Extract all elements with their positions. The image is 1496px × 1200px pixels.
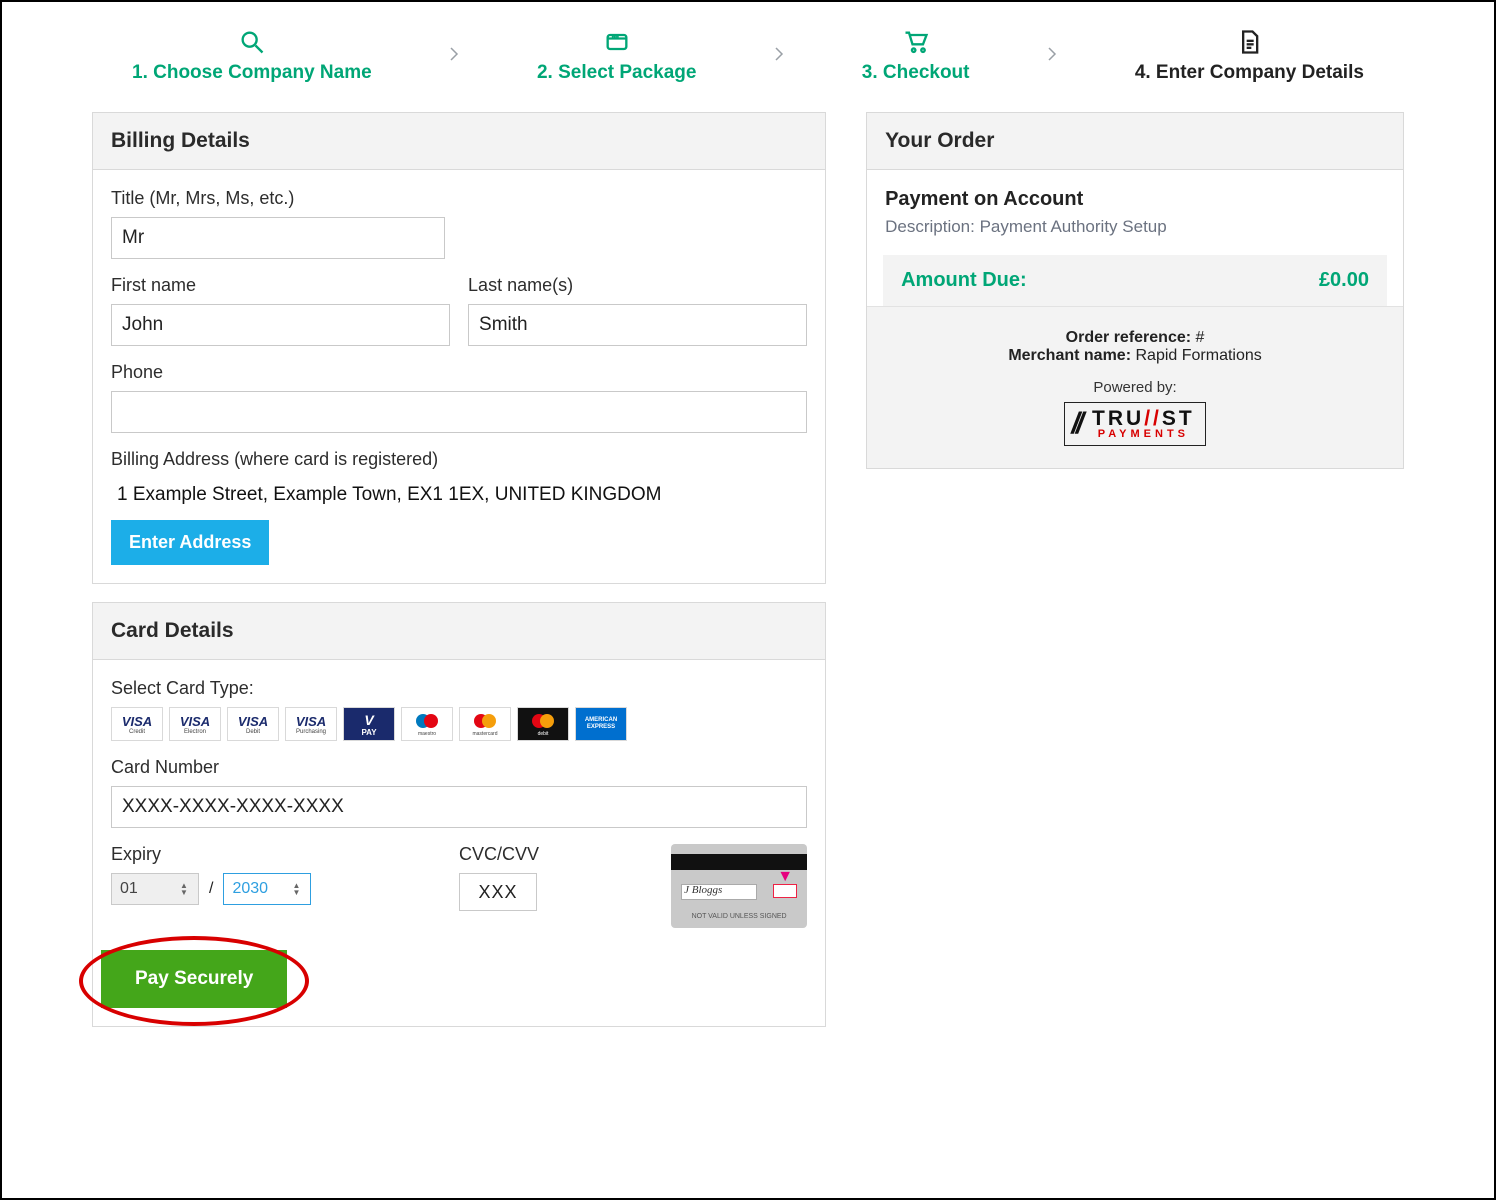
card-visa-debit[interactable]: VISADebit: [227, 707, 279, 741]
cart-icon: [902, 28, 930, 56]
document-icon: [1235, 28, 1263, 56]
card-mastercard-debit[interactable]: debit: [517, 707, 569, 741]
order-heading: Your Order: [867, 113, 1403, 170]
step-label: 2. Select Package: [537, 62, 697, 84]
amount-label: Amount Due:: [901, 269, 1027, 292]
card-mastercard[interactable]: mastercard: [459, 707, 511, 741]
card-type-strip: VISACredit VISAElectron VISADebit VISAPu…: [111, 707, 807, 741]
card-visa-purchasing[interactable]: VISAPurchasing: [285, 707, 337, 741]
select-card-type-label: Select Card Type:: [111, 678, 807, 699]
order-desc: Description: Payment Authority Setup: [885, 217, 1385, 237]
amount-value: £0.00: [1319, 269, 1369, 292]
search-icon: [238, 28, 266, 56]
stepper-arrows-icon: ▲▼: [290, 882, 302, 896]
address-label: Billing Address (where card is registere…: [111, 449, 807, 470]
stepper-arrows-icon: ▲▼: [178, 882, 190, 896]
step-label: 1. Choose Company Name: [132, 62, 372, 84]
chevron-right-icon: [770, 45, 788, 68]
step-checkout[interactable]: 3. Checkout: [862, 28, 970, 84]
expiry-separator: /: [209, 880, 213, 898]
billing-heading: Billing Details: [93, 113, 825, 170]
chevron-right-icon: [1043, 45, 1061, 68]
first-name-label: First name: [111, 275, 450, 296]
last-name-label: Last name(s): [468, 275, 807, 296]
step-label: 3. Checkout: [862, 62, 970, 84]
step-choose-company[interactable]: 1. Choose Company Name: [132, 28, 372, 84]
order-product: Payment on Account: [885, 188, 1385, 211]
amount-due-row: Amount Due: £0.00: [883, 255, 1387, 306]
card-number-input[interactable]: [111, 786, 807, 828]
card-visa-electron[interactable]: VISAElectron: [169, 707, 221, 741]
expiry-label: Expiry: [111, 844, 411, 865]
checkout-stepper: 1. Choose Company Name 2. Select Package…: [92, 20, 1404, 112]
card-number-label: Card Number: [111, 757, 807, 778]
card-amex[interactable]: AMERICANEXPRESS: [575, 707, 627, 741]
phone-input[interactable]: [111, 391, 807, 433]
card-vpay[interactable]: VPAY: [343, 707, 395, 741]
last-name-input[interactable]: [468, 304, 807, 346]
cvc-input[interactable]: XXX: [459, 873, 537, 911]
trust-payments-logo: // TRU//ST PAYMENTS: [1064, 402, 1205, 446]
address-value: 1 Example Street, Example Town, EX1 1EX,…: [111, 478, 807, 520]
step-enter-details[interactable]: 4. Enter Company Details: [1135, 28, 1364, 84]
powered-by-label: Powered by:: [879, 379, 1391, 396]
card-heading: Card Details: [93, 603, 825, 660]
cvc-label: CVC/CVV: [459, 844, 599, 865]
first-name-input[interactable]: [111, 304, 450, 346]
step-label: 4. Enter Company Details: [1135, 62, 1364, 84]
step-select-package[interactable]: 2. Select Package: [537, 28, 697, 84]
chevron-right-icon: [445, 45, 463, 68]
billing-details-panel: Billing Details Title (Mr, Mrs, Ms, etc.…: [92, 112, 826, 584]
card-visa-credit[interactable]: VISACredit: [111, 707, 163, 741]
your-order-panel: Your Order Payment on Account Descriptio…: [866, 112, 1404, 469]
title-label: Title (Mr, Mrs, Ms, etc.): [111, 188, 807, 209]
card-maestro[interactable]: maestro: [401, 707, 453, 741]
card-details-panel: Card Details Select Card Type: VISACredi…: [92, 602, 826, 1027]
expiry-year-select[interactable]: 2030 ▲▼: [223, 873, 311, 905]
card-back-graphic: J Bloggs ▼ NOT VALID UNLESS SIGNED: [671, 844, 807, 928]
pay-securely-button[interactable]: Pay Securely: [101, 950, 287, 1008]
enter-address-button[interactable]: Enter Address: [111, 520, 269, 565]
arrow-down-icon: ▼: [777, 868, 793, 886]
title-input[interactable]: [111, 217, 445, 259]
order-meta: Order reference: # Merchant name: Rapid …: [867, 306, 1403, 468]
expiry-month-select[interactable]: 01 ▲▼: [111, 873, 199, 905]
package-icon: [603, 28, 631, 56]
phone-label: Phone: [111, 362, 807, 383]
